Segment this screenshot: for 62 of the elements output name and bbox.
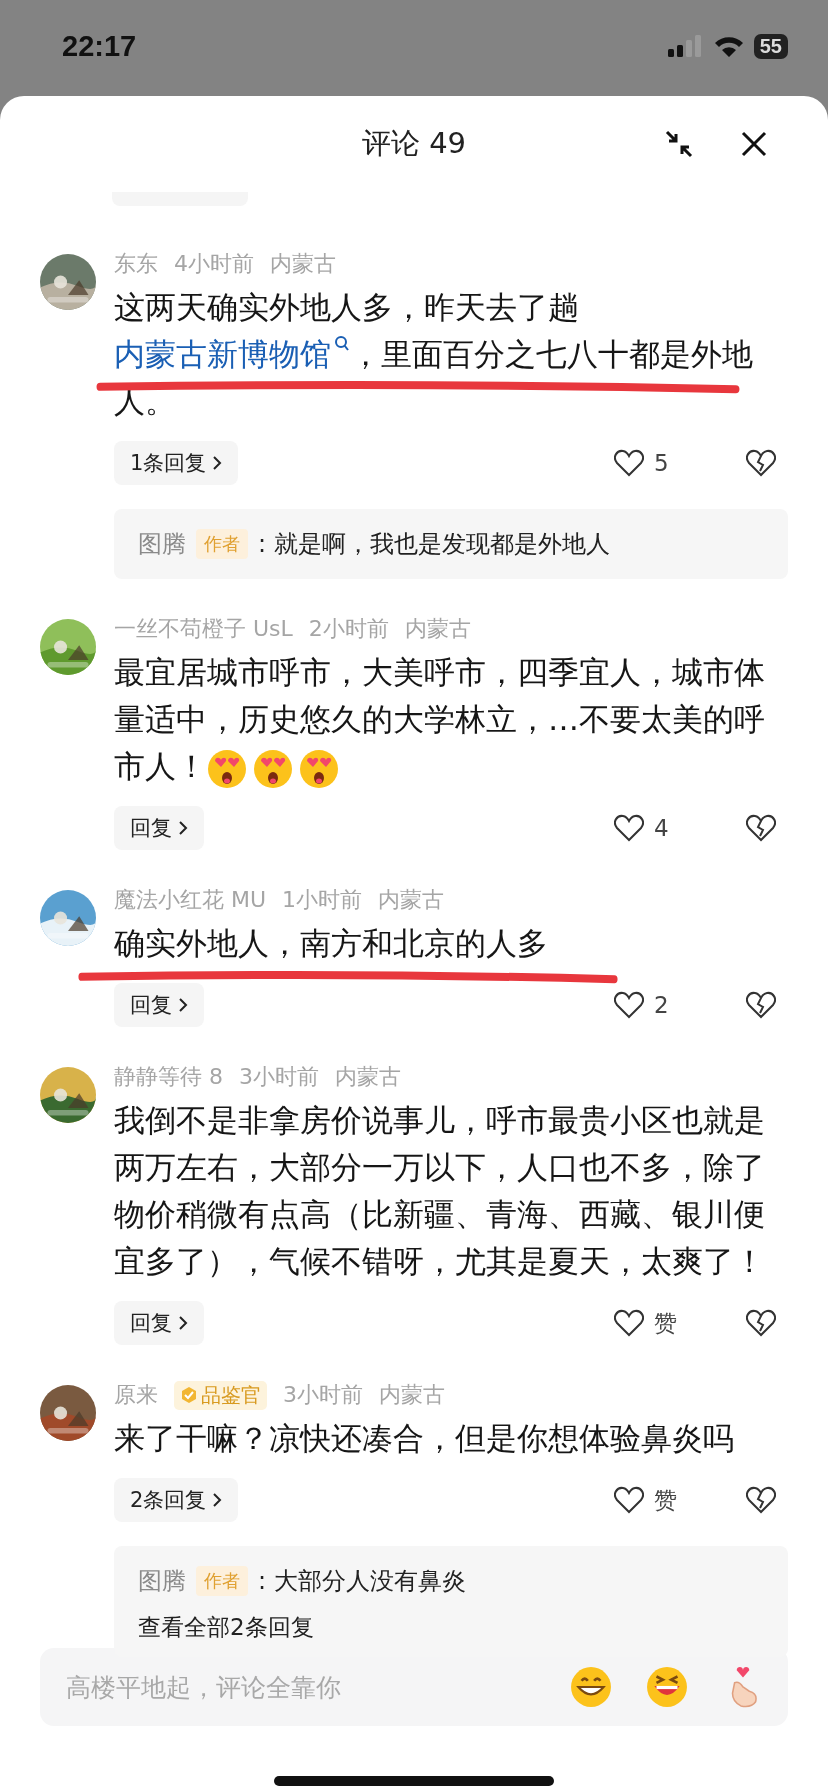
like-count: 4 bbox=[654, 815, 669, 841]
reply-author[interactable]: 图腾 bbox=[138, 1565, 186, 1597]
close-icon[interactable] bbox=[740, 130, 768, 158]
reply-author[interactable]: 图腾 bbox=[138, 528, 186, 560]
comment-time: 1小时前 bbox=[282, 886, 363, 914]
comment-input[interactable]: 高楼平地起，评论全靠你 bbox=[64, 1671, 536, 1703]
battery-level: 55 bbox=[753, 33, 788, 59]
comment-text: 来了干嘛？凉快还凑合，但是你想体验鼻炎吗 bbox=[114, 1419, 735, 1458]
wifi-icon bbox=[713, 35, 744, 57]
comment-text: 这两天确实外地人多，昨天去了趟 内蒙古新博物馆 ，里面百分之七八十都是外地人。 bbox=[114, 288, 754, 421]
comment-text: 我倒不是非拿房价说事儿，呼市最贵小区也就是两万左右，大部分一万以下，人口也不多，除了物价稍微有点高（比新疆、青海、西藏、银川便宜多了），气候不错呀，尤其是夏天，太爽了！ bbox=[114, 1101, 766, 1281]
grinning-emoji-icon[interactable] bbox=[570, 1666, 612, 1708]
collapse-icon[interactable] bbox=[665, 130, 693, 158]
comment-time: 3小时前 bbox=[239, 1063, 319, 1091]
heart-icon[interactable] bbox=[614, 991, 644, 1019]
comment-location: 内蒙古 bbox=[335, 1063, 401, 1091]
chevron-icon bbox=[176, 996, 190, 1014]
heart-eyes-emoji-icon bbox=[299, 748, 339, 789]
heart-eyes-emoji-icon bbox=[207, 748, 247, 789]
like-count: 5 bbox=[654, 450, 669, 476]
check-badge-icon bbox=[180, 1386, 198, 1404]
like-count: 赞 bbox=[654, 1308, 677, 1338]
heart-icon[interactable] bbox=[614, 1309, 644, 1337]
comment-location: 内蒙古 bbox=[379, 1381, 445, 1409]
broken-heart-icon[interactable] bbox=[746, 1309, 776, 1337]
reply-text: : 大部分人没有鼻炎 bbox=[258, 1566, 466, 1597]
replies-button[interactable]: 回复 bbox=[114, 983, 204, 1027]
badge-label: 品鉴官 bbox=[201, 1381, 261, 1409]
like-count: 2 bbox=[654, 992, 669, 1018]
comment-location: 内蒙古 bbox=[378, 886, 445, 914]
replies-button[interactable]: 回复 bbox=[114, 1301, 204, 1345]
comment-time: 2小时前 bbox=[308, 615, 389, 643]
signal-icon bbox=[667, 35, 704, 57]
replies-button[interactable]: 1条回复 bbox=[114, 441, 239, 485]
search-icon[interactable] bbox=[334, 335, 350, 353]
heart-icon[interactable] bbox=[614, 1486, 644, 1514]
chevron-icon bbox=[176, 819, 190, 837]
replies-button[interactable]: 回复 bbox=[114, 806, 204, 850]
heart-icon[interactable] bbox=[614, 814, 644, 842]
comments-title: 评论 49 bbox=[361, 125, 467, 162]
author-tag: 作者 bbox=[196, 529, 248, 559]
comment-text: 最宜居城市呼市，大美呼市，四季宜人，城市体量适中，历史悠久的大学林立，…不要太美的呼市人！ bbox=[114, 649, 788, 790]
comment-text: 确实外地人，南方和北京的人多 bbox=[114, 924, 549, 963]
comment-location: 内蒙古 bbox=[270, 250, 336, 278]
laughing-emoji-icon[interactable] bbox=[646, 1666, 688, 1708]
author-tag: 作者 bbox=[196, 1566, 248, 1596]
replies-button[interactable]: 2条回复 bbox=[114, 1478, 239, 1522]
heart-icon[interactable] bbox=[614, 449, 644, 477]
search-link[interactable]: 内蒙古新博物馆 bbox=[114, 336, 350, 372]
chevron-icon bbox=[176, 1314, 190, 1332]
broken-heart-icon[interactable] bbox=[746, 1486, 776, 1514]
comment-time: 3小时前 bbox=[283, 1381, 363, 1409]
reply-text: : 就是啊，我也是发现都是外地人 bbox=[258, 529, 610, 560]
broken-heart-icon[interactable] bbox=[746, 449, 776, 477]
status-time: 22:17 bbox=[62, 29, 137, 63]
comment-location: 内蒙古 bbox=[404, 615, 471, 643]
broken-heart-icon[interactable] bbox=[746, 991, 776, 1019]
broken-heart-icon[interactable] bbox=[746, 814, 776, 842]
heart-eyes-emoji-icon bbox=[253, 748, 293, 789]
like-count: 赞 bbox=[654, 1485, 677, 1515]
view-all-replies-link[interactable]: 查看全部2条回复 bbox=[138, 1612, 764, 1643]
comment-time: 4小时前 bbox=[174, 250, 254, 278]
